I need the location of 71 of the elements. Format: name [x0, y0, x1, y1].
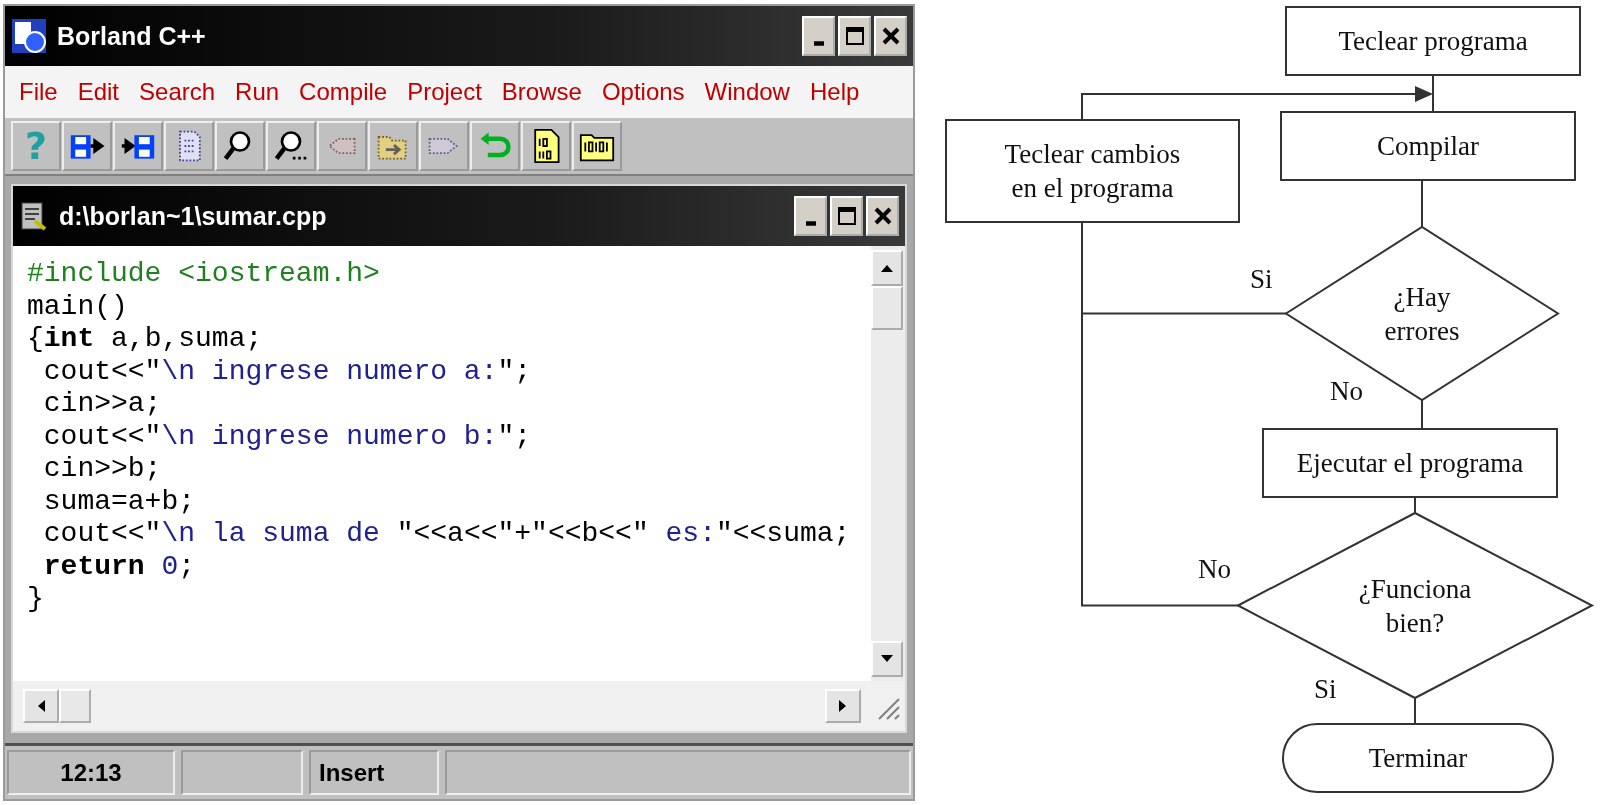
connector-line — [1421, 179, 1423, 228]
connector-line — [1414, 697, 1416, 725]
code-line: } — [27, 583, 44, 616]
code-line: cin>>b; — [42, 453, 162, 486]
menu-item[interactable]: Search — [139, 78, 216, 106]
status-panel: Insert — [309, 750, 439, 795]
branch-label: Si — [1250, 264, 1273, 294]
node-label: Teclear cambios en el programa — [1004, 139, 1181, 203]
up-triangle-icon — [880, 263, 894, 273]
menu-item[interactable]: Browse — [501, 78, 582, 106]
maximize-icon — [844, 26, 865, 46]
menu-item[interactable]: Project — [407, 78, 482, 106]
maximize-button[interactable] — [838, 16, 871, 56]
menu-item[interactable]: Edit — [77, 78, 120, 106]
scroll-right-button[interactable] — [825, 689, 861, 723]
connector-line — [1421, 399, 1423, 430]
window-title: Borland C++ — [57, 21, 207, 51]
menu-item[interactable]: File — [19, 78, 58, 106]
node-label: ¿Funciona bien? — [1358, 573, 1472, 638]
document-icon — [19, 201, 49, 231]
menu-item[interactable]: Compile — [299, 78, 388, 106]
minimize-icon — [813, 41, 824, 46]
toolbar-button[interactable] — [215, 121, 265, 171]
toolbar-button[interactable] — [521, 121, 571, 171]
close-icon — [872, 206, 893, 226]
toolbar-button[interactable] — [113, 121, 163, 171]
minimize-icon — [805, 221, 816, 226]
scroll-down-button[interactable] — [871, 641, 903, 677]
minimize-button[interactable] — [802, 16, 835, 56]
vertical-scrollbar[interactable] — [871, 246, 905, 681]
branch-label: No — [1198, 554, 1231, 584]
code-line: cin>>a; — [42, 388, 162, 421]
node-label: Teclear programa — [1338, 26, 1528, 56]
down-triangle-icon — [880, 654, 894, 664]
menu-item[interactable]: Run — [235, 78, 280, 106]
code-line: cout<<"\n ingrese numero b:"; — [42, 420, 532, 453]
close-button[interactable] — [874, 16, 907, 56]
code-line: main() — [27, 290, 128, 323]
branch-label: No — [1330, 376, 1363, 406]
scroll-left-button[interactable] — [23, 689, 59, 723]
scroll-thumb[interactable] — [871, 286, 903, 330]
branch-label: Si — [1314, 674, 1337, 704]
close-icon — [880, 26, 901, 46]
status-panel: 12:13 — [7, 750, 175, 795]
toolbar-button[interactable] — [266, 121, 316, 171]
menu-item[interactable]: Window — [704, 78, 790, 106]
toolbar-button[interactable] — [572, 121, 622, 171]
node-label: Compilar — [1377, 131, 1479, 161]
node-label: ¿Hay errores — [1384, 281, 1460, 346]
app-icon — [11, 18, 47, 54]
right-triangle-icon — [838, 699, 848, 713]
close-button[interactable] — [866, 196, 899, 236]
node-label: Ejecutar el programa — [1296, 448, 1524, 478]
code-line: suma=a+b; — [42, 485, 196, 518]
connector-line — [1432, 74, 1434, 113]
toolbar-button[interactable] — [62, 121, 112, 171]
minimize-button[interactable] — [794, 196, 827, 236]
editor-title: d:\borlan~1\sumar.cpp — [59, 201, 328, 231]
code-line: {int a,b,suma; — [27, 323, 263, 356]
maximize-icon — [836, 206, 857, 226]
scroll-thumb[interactable] — [59, 689, 91, 723]
menu-item[interactable]: Help — [809, 78, 860, 106]
left-triangle-icon — [36, 699, 46, 713]
code-line: return 0; — [42, 550, 196, 583]
code-line: #include <iostream.h> — [27, 258, 380, 291]
maximize-button[interactable] — [830, 196, 863, 236]
code-line: cout<<"\n la suma de "<<a<<"+"<<b<<" es:"<<suma; — [42, 518, 851, 551]
code-line: cout<<"\n ingrese numero a:"; — [42, 355, 532, 388]
scroll-up-button[interactable] — [871, 250, 903, 286]
menu-item[interactable]: Options — [601, 78, 685, 106]
node-label: Terminar — [1368, 743, 1468, 773]
